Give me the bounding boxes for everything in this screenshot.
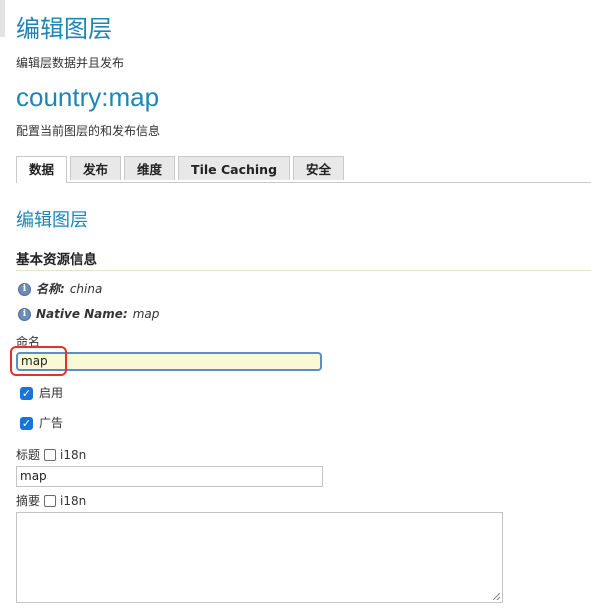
title-i18n-checkbox[interactable] [44,449,57,461]
resource-info-heading: 基本资源信息 [16,252,97,268]
abstract-textarea[interactable] [16,512,503,603]
abstract-i18n-checkbox[interactable] [44,495,57,507]
resize-grip-icon[interactable] [493,593,500,600]
abstract-label-row: 摘要 i18n [16,493,86,509]
name-input[interactable]: map [16,352,322,371]
advertised-row: ✓ 广告 [20,415,63,431]
enabled-row: ✓ 启用 [20,385,63,401]
section-title: 编辑图层 [16,210,88,231]
info-native-name-value: map [132,307,160,321]
abstract-field-label: 摘要 [16,494,41,508]
tab-tile-caching[interactable]: Tile Caching [178,156,291,180]
abstract-i18n-label: i18n [60,494,87,508]
info-icon: i [18,282,31,296]
advertised-label: 广告 [39,416,64,430]
info-native-name-row: i Native Name: map [18,306,159,322]
enabled-checkbox[interactable]: ✓ [20,386,33,400]
name-field-label: 命名 [16,335,41,349]
info-name-value: china [69,282,103,296]
info-icon: i [18,307,31,321]
title-label-row: 标题 i18n [16,447,86,463]
tab-publishing[interactable]: 发布 [70,156,122,180]
title-field-label: 标题 [16,448,41,462]
tab-dimensions[interactable]: 维度 [124,156,176,180]
page-subtitle: 编辑层数据并且发布 [16,56,125,70]
info-native-name-label: Native Name: [36,307,128,321]
title-i18n-label: i18n [60,448,87,462]
layer-subtitle: 配置当前图层的和发布信息 [16,124,161,138]
page-title: 编辑图层 [16,15,112,43]
tab-divider [16,182,591,183]
advertised-checkbox[interactable]: ✓ [20,416,33,430]
title-input[interactable]: map [16,466,323,487]
info-name-label: 名称: [36,282,65,296]
resource-heading-divider [16,270,591,271]
tab-bar: 数据 发布 维度 Tile Caching 安全 [16,156,345,183]
info-name-row: i 名称: china [18,281,102,297]
tab-security[interactable]: 安全 [293,156,345,180]
enabled-label: 启用 [39,386,64,400]
page-left-border [0,0,5,37]
layer-name-heading: country:map [16,82,160,112]
tab-data[interactable]: 数据 [16,156,68,183]
